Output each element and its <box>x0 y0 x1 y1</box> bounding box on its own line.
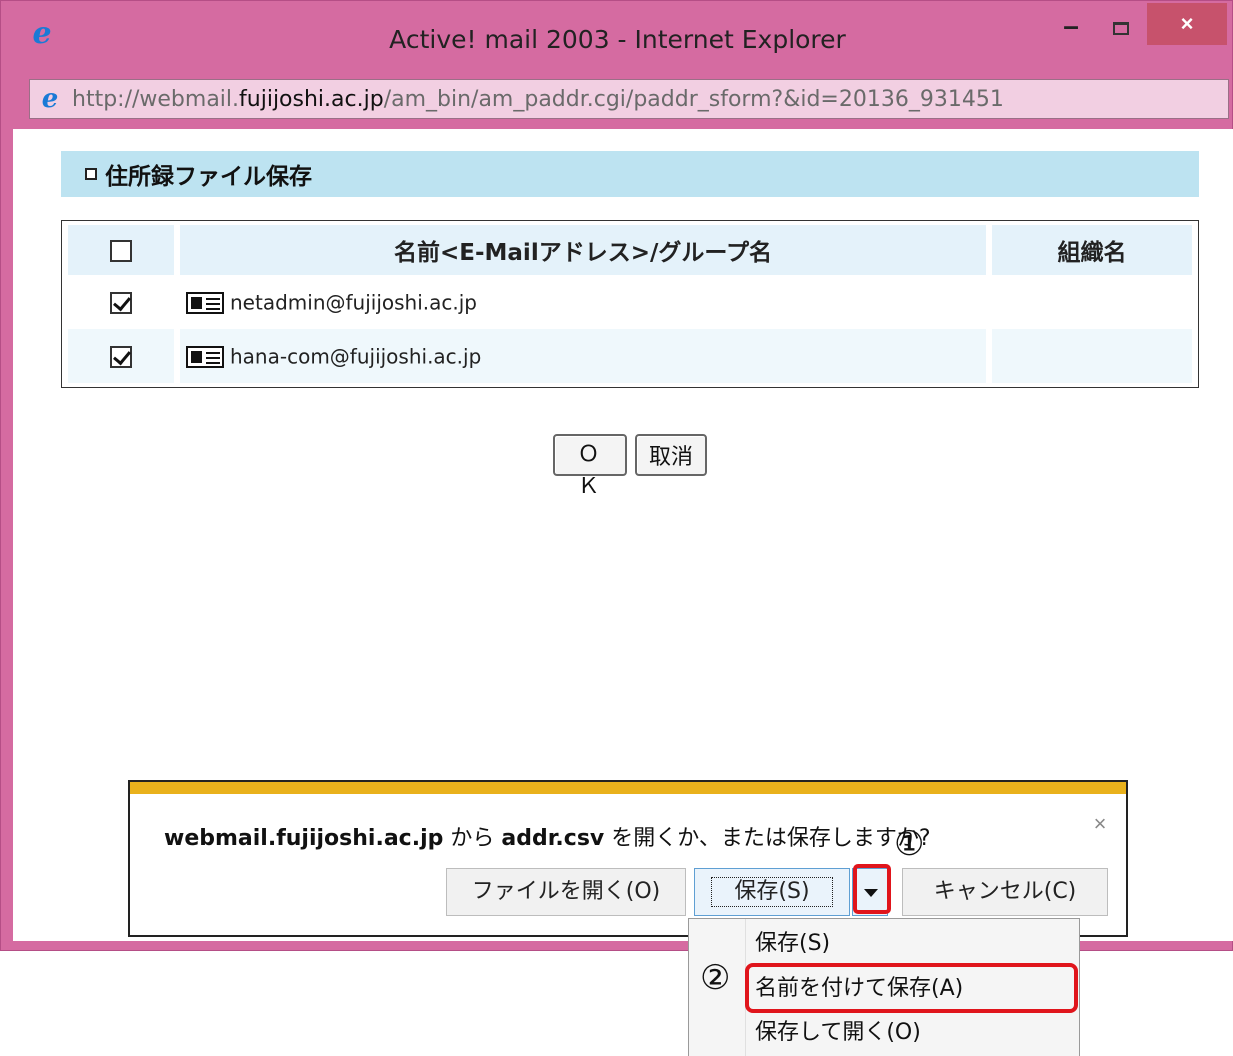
highlight-dropdown-box <box>853 864 891 914</box>
url-host: fujijoshi.ac.jp <box>239 87 384 112</box>
row-email: hana-com@fujijoshi.ac.jp <box>230 344 482 369</box>
row-check-cell <box>68 275 174 329</box>
url-prefix: http://webmail. <box>72 87 240 112</box>
step-marker-1: ① <box>894 824 925 864</box>
section-title: 住所録ファイル保存 <box>105 164 312 190</box>
notification-accent-strip <box>130 782 1126 794</box>
row-org <box>992 329 1192 383</box>
address-card-icon <box>186 291 224 314</box>
table-row: hana-com@fujijoshi.ac.jp <box>68 329 1192 383</box>
close-notification-icon[interactable]: × <box>1088 812 1112 836</box>
row-checkbox[interactable] <box>110 292 132 315</box>
row-org <box>992 275 1192 329</box>
download-file-name: addr.csv <box>501 826 605 851</box>
highlight-save-as-box <box>745 963 1078 1013</box>
row-email-cell: hana-com@fujijoshi.ac.jp <box>174 329 992 383</box>
address-url[interactable]: http://webmail.fujijoshi.ac.jp/am_bin/am… <box>72 86 1004 114</box>
url-path: /am_bin/am_paddr.cgi/paddr_sform?&id=201… <box>383 87 1004 112</box>
window-title: Active! mail 2003 - Internet Explorer <box>389 25 846 54</box>
select-all-cell <box>68 225 174 275</box>
download-from-text: から <box>443 826 502 851</box>
menu-item-save-and-open[interactable]: 保存して開く(O) <box>755 1018 921 1048</box>
table-row: netadmin@fujijoshi.ac.jp <box>68 275 1192 329</box>
save-button-label: 保存(S) <box>711 877 833 907</box>
menu-item-save[interactable]: 保存(S) <box>755 929 830 959</box>
row-checkbox[interactable] <box>110 346 132 369</box>
step-marker-2: ② <box>700 958 731 998</box>
minimize-button[interactable]: – <box>1051 11 1091 45</box>
address-bar[interactable]: e http://webmail.fujijoshi.ac.jp/am_bin/… <box>29 79 1229 119</box>
table-header-row: 名前<E-Mailアドレス>/グループ名 組織名 <box>68 225 1192 275</box>
address-table-frame: 名前<E-Mailアドレス>/グループ名 組織名 netadmin@fujijo… <box>61 220 1199 388</box>
square-bullet-icon <box>85 168 97 180</box>
cancel-button[interactable]: 取消 <box>635 434 707 476</box>
select-all-checkbox[interactable] <box>110 239 132 262</box>
section-header: 住所録ファイル保存 <box>61 151 1199 197</box>
row-email-cell: netadmin@fujijoshi.ac.jp <box>174 275 992 329</box>
save-button[interactable]: 保存(S) <box>694 868 850 916</box>
row-email: netadmin@fujijoshi.ac.jp <box>230 290 477 315</box>
cancel-download-button[interactable]: キャンセル(C) <box>902 868 1108 916</box>
form-buttons: ＯＫ 取消 <box>553 434 707 499</box>
download-question: を開くか、または保存しますか? <box>604 826 931 851</box>
address-card-icon <box>186 345 224 368</box>
address-table: 名前<E-Mailアドレス>/グループ名 組織名 netadmin@fujijo… <box>68 225 1192 383</box>
open-file-button[interactable]: ファイルを開く(O) <box>446 868 686 916</box>
maximize-icon <box>1113 21 1129 35</box>
maximize-button[interactable] <box>1101 11 1141 45</box>
row-check-cell <box>68 329 174 383</box>
column-header-org: 組織名 <box>992 225 1192 275</box>
title-bar: e Active! mail 2003 - Internet Explorer … <box>1 1 1233 71</box>
ok-button[interactable]: ＯＫ <box>553 434 627 499</box>
ie-page-icon: e <box>41 84 59 114</box>
column-header-name: 名前<E-Mailアドレス>/グループ名 <box>174 225 992 275</box>
download-message: webmail.fujijoshi.ac.jp から addr.csv を開くか… <box>164 820 931 852</box>
download-notification-bar: webmail.fujijoshi.ac.jp から addr.csv を開くか… <box>128 780 1128 937</box>
download-host: webmail.fujijoshi.ac.jp <box>164 826 444 851</box>
close-window-button[interactable]: × <box>1147 3 1227 45</box>
